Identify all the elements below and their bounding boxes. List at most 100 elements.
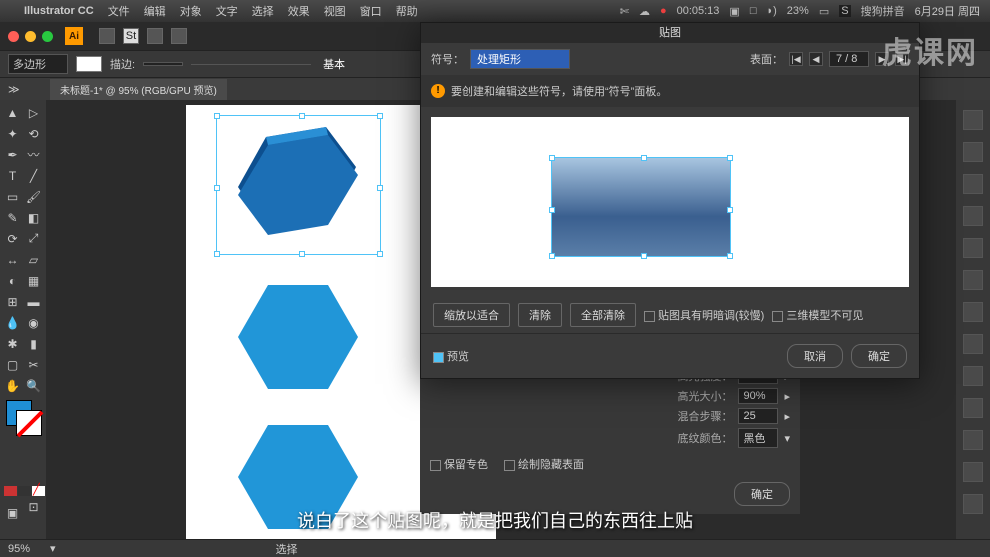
menu-select[interactable]: 选择 [252,3,274,19]
eyedropper-tool[interactable]: 💧 [2,312,23,333]
brush-icon[interactable] [171,28,187,44]
menu-help[interactable]: 帮助 [396,3,418,19]
curvature-tool[interactable]: 〰 [23,144,44,165]
perspective-tool[interactable]: ▦ [23,270,44,291]
menu-window[interactable]: 窗口 [360,3,382,19]
color-mode-swatches[interactable]: ╱ [2,486,45,496]
basic-label[interactable]: 基本 [323,56,345,72]
fill-swatch[interactable] [76,56,102,72]
symbol-sprayer-tool[interactable]: ✱ [2,333,23,354]
shade-color-value[interactable]: 黑色 [738,428,778,448]
shade-checkbox[interactable] [644,311,655,322]
width-tool[interactable]: ↔ [2,249,23,270]
stroke-color[interactable] [16,410,42,436]
zoom-button[interactable] [42,31,53,42]
display-icon[interactable]: □ [750,5,757,17]
rectangle-tool[interactable]: ▭ [2,186,23,207]
panel-icon-4[interactable] [963,206,983,226]
info-text: 要创建和编辑这些符号，请使用“符号”面板。 [451,83,667,99]
surface-first-button[interactable]: |◀ [789,52,803,66]
surface-label: 表面： [750,51,783,67]
minimize-button[interactable] [25,31,36,42]
zoom-level[interactable]: 95% [8,543,30,555]
selection-tool[interactable]: ▲ [2,102,23,123]
document-tab[interactable]: 未标题-1* @ 95% (RGB/GPU 预览) [50,79,227,100]
ime-icon[interactable]: S [839,5,850,17]
stock-icon[interactable]: St [123,28,139,44]
brush-tool[interactable]: 🖌 [23,186,44,207]
ime-label[interactable]: 搜狗拼音 [861,3,905,19]
panel-icon-1[interactable] [963,110,983,130]
app-name[interactable]: Illustrator CC [24,5,94,17]
hand-tool[interactable]: ✋ [2,375,23,396]
shaper-tool[interactable]: ✎ [2,207,23,228]
map-art-dialog: 贴图 符号： 处理矩形 表面： |◀ ◀ 7 / 8 ▶ ▶| ! 要创建和编辑… [420,22,920,379]
clear-button[interactable]: 清除 [518,303,562,327]
type-tool[interactable]: T [2,165,23,186]
hexagon-3d[interactable] [228,125,368,255]
menu-view[interactable]: 视图 [324,3,346,19]
zoom-tool[interactable]: 🔍 [23,375,44,396]
panel-icon-12[interactable] [963,462,983,482]
color-picker[interactable] [2,400,44,440]
panel-icon-7[interactable] [963,302,983,322]
magic-wand-tool[interactable]: ✦ [2,123,23,144]
menu-object[interactable]: 对象 [180,3,202,19]
rotate-tool[interactable]: ⟳ [2,228,23,249]
draw-hidden-checkbox[interactable] [504,460,515,471]
invisible-checkbox[interactable] [772,311,783,322]
ok-button[interactable]: 确定 [851,344,907,368]
blend-tool[interactable]: ◉ [23,312,44,333]
lasso-tool[interactable]: ⟲ [23,123,44,144]
artboard-tool[interactable]: ▢ [2,354,23,375]
symbol-select[interactable]: 处理矩形 [470,49,570,69]
preserve-spot-checkbox[interactable] [430,460,441,471]
panel-icon-11[interactable] [963,430,983,450]
hexagon-2[interactable] [238,285,358,389]
gradient-tool[interactable]: ▬ [23,291,44,312]
menu-effect[interactable]: 效果 [288,3,310,19]
close-button[interactable] [8,31,19,42]
mesh-tool[interactable]: ⊞ [2,291,23,312]
shape-builder-tool[interactable]: ◐ [2,270,23,291]
free-transform-tool[interactable]: ▱ [23,249,44,270]
shape-select[interactable]: 多边形 [8,54,68,74]
menu-edit[interactable]: 编辑 [144,3,166,19]
panel-icon-2[interactable] [963,142,983,162]
ai-logo-icon: Ai [65,27,83,45]
scissors-icon[interactable]: ✄ [620,5,629,18]
eraser-tool[interactable]: ◧ [23,207,44,228]
panel-icon-3[interactable] [963,174,983,194]
direct-selection-tool[interactable]: ▷ [23,102,44,123]
scale-to-fit-button[interactable]: 缩放以适合 [433,303,510,327]
slice-tool[interactable]: ✂ [23,354,44,375]
panel-icon-8[interactable] [963,334,983,354]
graph-tool[interactable]: ▮ [23,333,44,354]
panel-icon-9[interactable] [963,366,983,386]
panel-icon-6[interactable] [963,270,983,290]
panel-icon-5[interactable] [963,238,983,258]
traffic-lights [8,31,53,42]
line-tool[interactable]: ╱ [23,165,44,186]
props-ok-button[interactable]: 确定 [734,482,790,506]
preview-checkbox[interactable] [433,352,444,363]
surface-prev-button[interactable]: ◀ [809,52,823,66]
panel-icon-10[interactable] [963,398,983,418]
menu-type[interactable]: 文字 [216,3,238,19]
wifi-icon[interactable]: ◗) [766,5,776,17]
blend-steps-value[interactable]: 25 [738,408,778,424]
menu-file[interactable]: 文件 [108,3,130,19]
arrange-icon[interactable] [147,28,163,44]
stroke-weight[interactable] [143,62,183,66]
cloud-icon[interactable]: ☁ [639,5,650,18]
pen-tool[interactable]: ✒ [2,144,23,165]
cancel-button[interactable]: 取消 [787,344,843,368]
tray-icon[interactable]: ▣ [729,5,739,18]
bridge-icon[interactable] [99,28,115,44]
map-preview[interactable] [431,117,909,287]
scale-tool[interactable]: ⤢ [23,228,44,249]
preview-symbol[interactable] [551,157,731,257]
preview-label: 预览 [447,351,469,363]
highlight-size-value[interactable]: 90% [738,388,778,404]
clear-all-button[interactable]: 全部清除 [570,303,636,327]
